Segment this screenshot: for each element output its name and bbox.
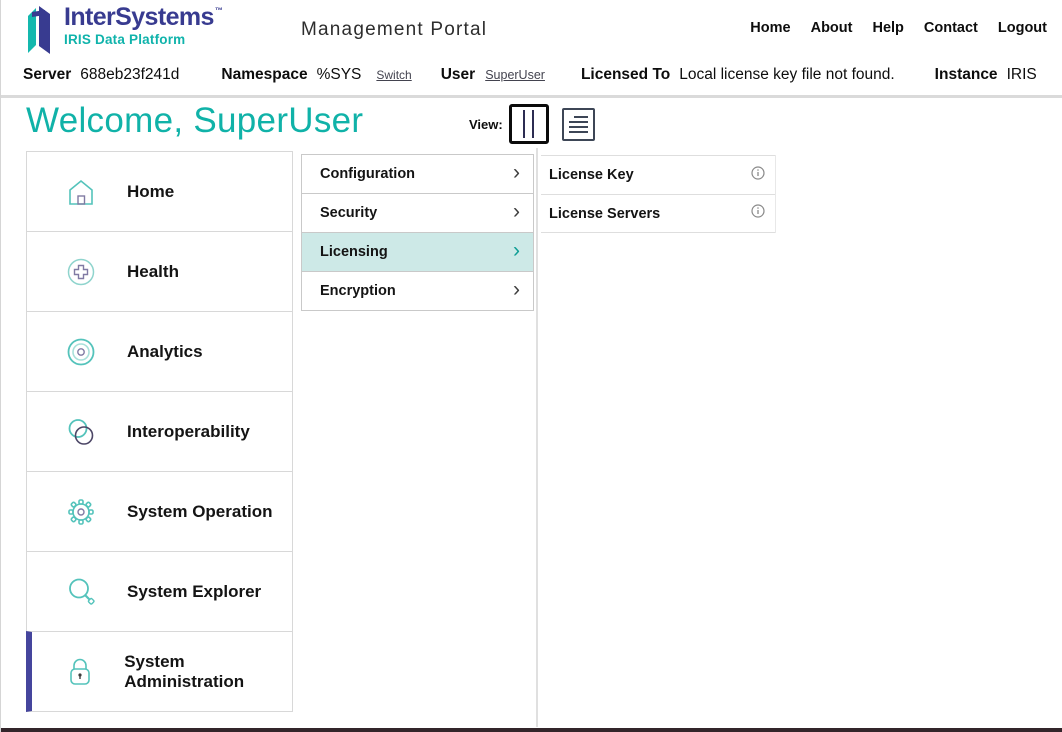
switch-namespace-link[interactable]: Switch: [376, 68, 411, 82]
sidebar-item-label: System Operation: [127, 502, 273, 522]
nav-home-link[interactable]: Home: [750, 20, 790, 36]
info-icon[interactable]: [751, 166, 765, 185]
page-title: Management Portal: [301, 19, 487, 41]
view-controls: View:: [469, 104, 595, 144]
submenu-item-license-key[interactable]: License Key: [541, 155, 775, 194]
licensed-to-label: Licensed To: [581, 66, 670, 84]
chevron-right-icon: ›: [513, 162, 520, 183]
padlock-icon: [61, 651, 99, 693]
sidebar-item-label: Home: [127, 182, 174, 202]
interoperability-rings-icon: [60, 411, 102, 453]
info-icon[interactable]: [751, 204, 765, 223]
sidebar-item-label: System Administration: [124, 652, 292, 692]
analytics-target-icon: [60, 331, 102, 373]
admin-submenu: Configuration › Security › Licensing › E…: [301, 155, 534, 311]
sidebar-item-home[interactable]: Home: [26, 151, 293, 232]
chevron-right-icon: ›: [513, 279, 520, 300]
bottom-edge-bar: [1, 728, 1062, 732]
sidebar-item-analytics[interactable]: Analytics: [26, 311, 293, 392]
pane-divider: [536, 148, 538, 727]
nav-logout-link[interactable]: Logout: [998, 20, 1047, 36]
columns-view-icon[interactable]: [509, 104, 549, 144]
server-info-bar: Server 688eb23f241d Namespace %SYS Switc…: [23, 66, 1062, 84]
brand-trademark: ™: [215, 7, 223, 15]
welcome-heading: Welcome, SuperUser: [26, 101, 363, 141]
nav-contact-link[interactable]: Contact: [924, 20, 978, 36]
user-label: User: [441, 66, 475, 84]
sidebar-item-label: Analytics: [127, 342, 203, 362]
server-value: 688eb23f241d: [80, 66, 179, 84]
magnifier-icon: [60, 571, 102, 613]
chevron-right-icon: ›: [513, 240, 520, 261]
server-label: Server: [23, 66, 71, 84]
management-portal-page: InterSystems ™ IRIS Data Platform Manage…: [0, 0, 1062, 732]
instance-label: Instance: [935, 66, 998, 84]
intersystems-bracket-logo-icon: [26, 5, 56, 55]
nav-about-link[interactable]: About: [811, 20, 853, 36]
intersystems-logo: InterSystems ™ IRIS Data Platform: [26, 5, 223, 55]
submenu-item-licensing[interactable]: Licensing ›: [301, 232, 534, 272]
sidebar-item-label: System Explorer: [127, 582, 261, 602]
namespace-label: Namespace: [221, 66, 307, 84]
sidebar-item-label: Interoperability: [127, 422, 250, 442]
submenu-item-encryption[interactable]: Encryption ›: [301, 271, 534, 311]
submenu-item-security[interactable]: Security ›: [301, 193, 534, 233]
submenu-item-configuration[interactable]: Configuration ›: [301, 154, 534, 194]
health-cross-icon: [60, 251, 102, 293]
brand-name: InterSystems: [64, 5, 214, 30]
namespace-value: %SYS: [317, 66, 362, 84]
nav-help-link[interactable]: Help: [872, 20, 903, 36]
sidebar-item-interoperability[interactable]: Interoperability: [26, 391, 293, 472]
sidebar-item-health[interactable]: Health: [26, 231, 293, 312]
sidebar-item-system-explorer[interactable]: System Explorer: [26, 551, 293, 632]
home-icon: [60, 171, 102, 213]
gear-icon: [60, 491, 102, 533]
list-view-icon[interactable]: [562, 108, 595, 141]
sidebar-item-system-administration[interactable]: System Administration: [26, 631, 293, 712]
top-nav: Home About Help Contact Logout: [750, 20, 1047, 36]
brand-subtitle: IRIS Data Platform: [64, 33, 223, 47]
licensing-submenu: License Key License Servers: [541, 155, 776, 233]
instance-value: IRIS: [1007, 66, 1037, 84]
main-menu: Home Health Analytics: [26, 152, 293, 712]
sidebar-item-system-operation[interactable]: System Operation: [26, 471, 293, 552]
licensed-to-value: Local license key file not found.: [679, 66, 894, 84]
header: InterSystems ™ IRIS Data Platform Manage…: [1, 0, 1062, 60]
chevron-right-icon: ›: [513, 201, 520, 222]
view-label: View:: [469, 117, 503, 132]
user-profile-link[interactable]: SuperUser: [485, 68, 545, 82]
header-divider: [1, 95, 1062, 98]
sidebar-item-label: Health: [127, 262, 179, 282]
submenu-item-license-servers[interactable]: License Servers: [541, 194, 775, 233]
